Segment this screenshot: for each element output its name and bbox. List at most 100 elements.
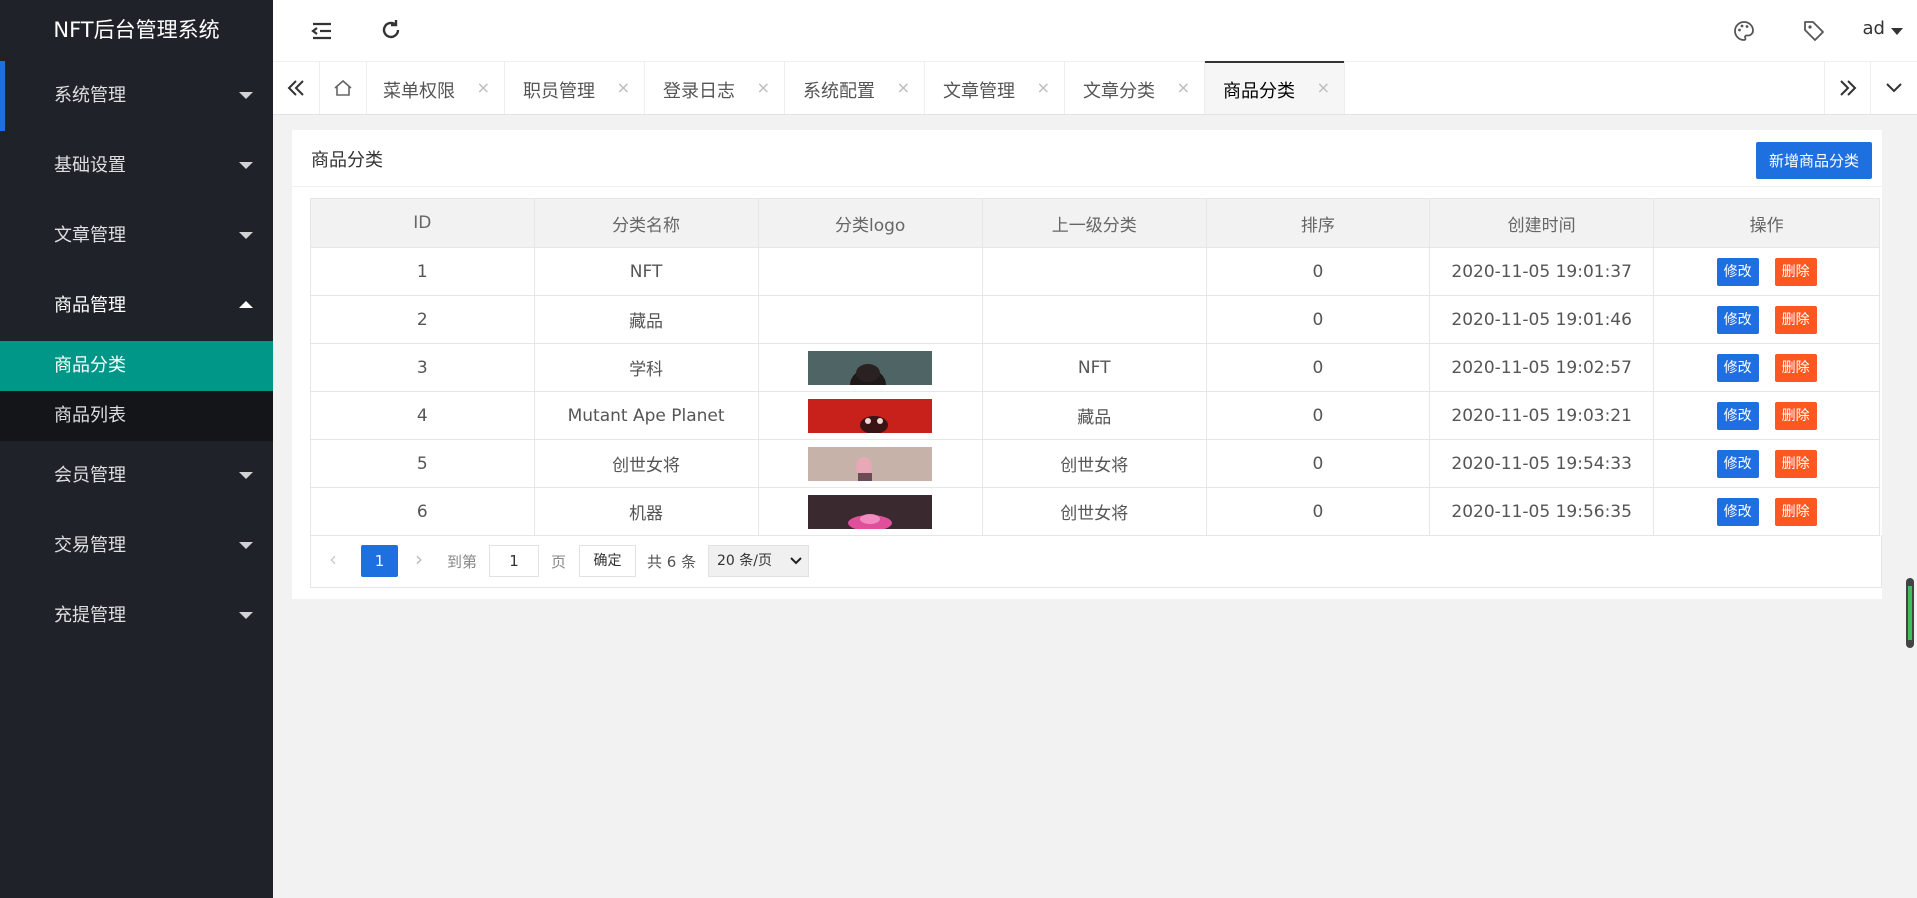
page-unit-label: 页 <box>551 553 567 571</box>
sidebar: NFT后台管理系统 系统管理 基础设置 文章管理 商品管理 商品分类 商品列表 … <box>0 0 273 898</box>
app-logo-title: NFT后台管理系统 <box>0 0 273 61</box>
top-header: ad <box>273 0 1917 61</box>
cell-id: 4 <box>310 391 535 440</box>
sidebar-item-trades[interactable]: 交易管理 <box>0 511 273 581</box>
cell-logo <box>757 391 983 440</box>
tag-icon[interactable] <box>1801 18 1827 44</box>
page-size-select[interactable]: 20 条/页 <box>708 545 809 577</box>
delete-button[interactable]: 删除 <box>1774 401 1817 430</box>
column-header-name[interactable]: 分类名称 <box>533 198 759 248</box>
tab-articles[interactable]: 文章管理 × <box>925 62 1065 114</box>
column-header-sort[interactable]: 排序 <box>1205 198 1431 248</box>
edit-button[interactable]: 修改 <box>1716 497 1759 526</box>
add-goods-category-button[interactable]: 新增商品分类 <box>1756 142 1872 179</box>
goto-page-input[interactable] <box>489 545 539 577</box>
tab-goods-category[interactable]: 商品分类 × <box>1205 61 1345 114</box>
refresh-icon[interactable] <box>378 18 404 44</box>
sidebar-item-deposit-withdraw[interactable]: 充提管理 <box>0 581 273 651</box>
column-header-created[interactable]: 创建时间 <box>1429 198 1655 248</box>
sidebar-item-label: 交易管理 <box>54 535 126 556</box>
sidebar-subitem-goods-list[interactable]: 商品列表 <box>0 391 273 441</box>
table-header-row: ID 分类名称 分类logo 上一级分类 排序 创建时间 操作 <box>310 198 1880 248</box>
tabs-scroll-left-icon[interactable] <box>273 62 319 114</box>
category-logo-image <box>808 446 933 481</box>
sidebar-item-label: 会员管理 <box>54 465 126 486</box>
sidebar-item-goods[interactable]: 商品管理 <box>0 271 273 341</box>
cell-name: NFT <box>533 247 759 296</box>
sidebar-item-label: 文章管理 <box>54 225 126 246</box>
column-header-id[interactable]: ID <box>310 198 535 248</box>
user-name[interactable]: ad <box>1863 18 1885 39</box>
goto-confirm-button[interactable]: 确定 <box>579 545 636 577</box>
delete-button[interactable]: 删除 <box>1774 449 1817 478</box>
close-icon[interactable]: × <box>1037 78 1050 97</box>
table-row: 4 Mutant Ape Planet 藏品 0 2020-11-05 19:0… <box>310 391 1880 440</box>
sidebar-item-label: 基础设置 <box>54 155 126 176</box>
tabs-scroll-right-icon[interactable] <box>1824 62 1871 114</box>
table-row: 5 创世女将 创世女将 0 2020-11-05 19:54:33 修改 删除 <box>310 439 1880 488</box>
close-icon[interactable]: × <box>757 78 770 97</box>
content-card: 商品分类 新增商品分类 ID 分类名称 分类logo 上一级分类 排序 创建时间… <box>292 130 1882 599</box>
tab-label: 文章管理 <box>943 81 1015 102</box>
sidebar-item-system[interactable]: 系统管理 <box>0 61 273 131</box>
caret-down-icon <box>239 92 253 99</box>
delete-button[interactable]: 删除 <box>1774 305 1817 334</box>
pagination: ‹ 1 › 到第 页 确定 共 6 条 20 条/页 <box>310 535 1882 588</box>
tab-label: 系统配置 <box>803 81 875 102</box>
tab-login-log[interactable]: 登录日志 × <box>645 62 785 114</box>
table-row: 6 机器 创世女将 0 2020-11-05 19:56:35 修改 删除 <box>310 487 1880 536</box>
close-icon[interactable]: × <box>1317 78 1330 97</box>
cell-id: 1 <box>310 247 535 296</box>
cell-created: 2020-11-05 19:54:33 <box>1429 439 1655 488</box>
cell-sort: 0 <box>1205 247 1431 296</box>
tab-staff[interactable]: 职员管理 × <box>505 62 645 114</box>
category-logo-image <box>808 398 933 434</box>
edit-button[interactable]: 修改 <box>1716 449 1759 478</box>
tab-home-icon[interactable] <box>319 62 367 114</box>
next-page-chevron-right-icon[interactable]: › <box>415 547 423 571</box>
caret-down-icon[interactable] <box>1891 28 1903 35</box>
caret-down-icon <box>239 542 253 549</box>
tab-system-config[interactable]: 系统配置 × <box>785 62 925 114</box>
edit-button[interactable]: 修改 <box>1716 257 1759 286</box>
total-count: 共 6 条 <box>647 553 697 571</box>
sidebar-item-label: 充提管理 <box>54 605 126 626</box>
edit-button[interactable]: 修改 <box>1716 401 1759 430</box>
edit-button[interactable]: 修改 <box>1716 305 1759 334</box>
cell-created: 2020-11-05 19:03:21 <box>1429 391 1655 440</box>
cell-parent: 创世女将 <box>981 487 1207 536</box>
close-icon[interactable]: × <box>617 78 630 97</box>
caret-down-icon <box>239 232 253 239</box>
page-size-value: 20 条/页 <box>717 553 772 569</box>
delete-button[interactable]: 删除 <box>1774 497 1817 526</box>
sidebar-item-members[interactable]: 会员管理 <box>0 441 273 511</box>
delete-button[interactable]: 删除 <box>1774 353 1817 382</box>
tab-article-category[interactable]: 文章分类 × <box>1065 62 1205 114</box>
cell-parent <box>981 295 1207 344</box>
delete-button[interactable]: 删除 <box>1774 257 1817 286</box>
close-icon[interactable]: × <box>897 78 910 97</box>
sidebar-item-articles[interactable]: 文章管理 <box>0 201 273 271</box>
column-header-actions[interactable]: 操作 <box>1653 198 1880 248</box>
card-title: 商品分类 <box>311 150 383 171</box>
tabs-more-chevron-down-icon[interactable] <box>1870 62 1917 114</box>
chevron-down-icon <box>790 557 802 565</box>
prev-page-chevron-left-icon[interactable]: ‹ <box>329 547 337 571</box>
column-header-logo[interactable]: 分类logo <box>757 198 983 248</box>
close-icon[interactable]: × <box>1177 78 1190 97</box>
tab-label: 菜单权限 <box>383 81 455 102</box>
cell-created: 2020-11-05 19:56:35 <box>1429 487 1655 536</box>
menu-collapse-icon[interactable] <box>309 18 335 44</box>
edit-button[interactable]: 修改 <box>1716 353 1759 382</box>
close-icon[interactable]: × <box>477 78 490 97</box>
sidebar-subitem-goods-category[interactable]: 商品分类 <box>0 341 273 391</box>
cell-name: Mutant Ape Planet <box>533 391 759 440</box>
column-header-parent[interactable]: 上一级分类 <box>981 198 1207 248</box>
sidebar-item-basic-settings[interactable]: 基础设置 <box>0 131 273 201</box>
cell-sort: 0 <box>1205 295 1431 344</box>
tab-menu-permissions[interactable]: 菜单权限 × <box>365 62 505 114</box>
cell-id: 5 <box>310 439 535 488</box>
page-scrollbar[interactable] <box>1906 578 1914 648</box>
current-page[interactable]: 1 <box>361 545 398 577</box>
theme-palette-icon[interactable] <box>1731 18 1757 44</box>
